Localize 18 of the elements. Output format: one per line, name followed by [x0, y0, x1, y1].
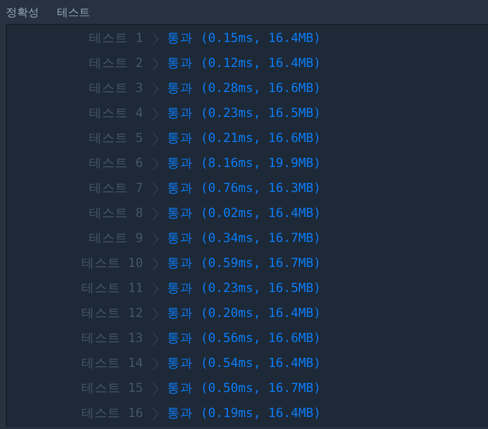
column-heading: 테스트	[57, 4, 90, 20]
test-result: 통과 (8.16ms, 19.9MB)	[167, 155, 321, 172]
test-result: 통과 (0.02ms, 16.4MB)	[167, 205, 321, 222]
test-result: 통과 (0.20ms, 16.4MB)	[167, 305, 321, 322]
test-result: 통과 (0.54ms, 16.4MB)	[167, 355, 321, 372]
test-result: 통과 (0.56ms, 16.6MB)	[167, 330, 321, 347]
test-result: 통과 (0.12ms, 16.4MB)	[167, 55, 321, 72]
test-result: 통과 (0.15ms, 16.4MB)	[167, 30, 321, 47]
test-result: 통과 (0.19ms, 16.4MB)	[167, 405, 321, 422]
test-result: 통과 (0.59ms, 16.7MB)	[167, 255, 321, 272]
test-result: 통과 (0.50ms, 16.7MB)	[167, 380, 321, 397]
column-heading: 정확성	[6, 4, 39, 20]
test-result: 통과 (0.34ms, 16.7MB)	[167, 230, 321, 247]
test-result: 통과 (0.23ms, 16.5MB)	[167, 280, 321, 297]
test-result: 통과 (0.21ms, 16.6MB)	[167, 130, 321, 147]
test-result: 통과 (0.28ms, 16.6MB)	[167, 80, 321, 97]
test-result: 통과 (0.76ms, 16.3MB)	[167, 180, 321, 197]
test-result: 통과 (0.23ms, 16.5MB)	[167, 105, 321, 122]
